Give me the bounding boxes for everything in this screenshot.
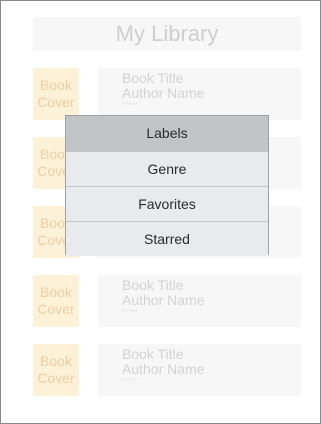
menu-item-starred[interactable]: Starred xyxy=(66,222,268,256)
book-row[interactable]: Book Cover Book Title Author Name ***** xyxy=(1,275,320,327)
book-cover: Book Cover xyxy=(33,68,79,120)
book-cover: Book Cover xyxy=(33,344,79,396)
book-cover-label-line1: Book xyxy=(40,353,72,369)
app-frame: My Library Book Cover Book Title Author … xyxy=(0,0,321,424)
book-cover: Book Cover xyxy=(33,275,79,327)
book-cover-label-line1: Book xyxy=(40,284,72,300)
book-info: Book Title Author Name ***** xyxy=(98,344,301,396)
menu-item-genre[interactable]: Genre xyxy=(66,152,268,187)
book-cover-label-line1: Book xyxy=(40,77,72,93)
book-rating: ***** xyxy=(122,378,139,385)
book-title: Book Title xyxy=(122,70,184,86)
labels-menu: Labels Genre Favorites Starred xyxy=(65,115,269,256)
menu-header-labels: Labels xyxy=(66,116,268,152)
book-info: Book Title Author Name ***** xyxy=(98,275,301,327)
book-title: Book Title xyxy=(122,277,184,293)
book-info: Book Title Author Name ***** xyxy=(98,68,301,120)
book-row[interactable]: Book Cover Book Title Author Name ***** xyxy=(1,68,320,120)
book-cover-label-line2: Cover xyxy=(37,301,75,317)
page-title: My Library xyxy=(33,17,301,51)
book-rating: ***** xyxy=(122,309,139,316)
book-cover-label-line2: Cover xyxy=(37,370,75,386)
book-cover-label-line2: Cover xyxy=(37,94,75,110)
book-title: Book Title xyxy=(122,346,184,362)
book-row[interactable]: Book Cover Book Title Author Name ***** xyxy=(1,344,320,396)
book-author: Author Name xyxy=(122,292,205,308)
menu-item-favorites[interactable]: Favorites xyxy=(66,187,268,222)
book-rating: ***** xyxy=(122,102,139,109)
book-author: Author Name xyxy=(122,361,205,377)
book-author: Author Name xyxy=(122,85,205,101)
